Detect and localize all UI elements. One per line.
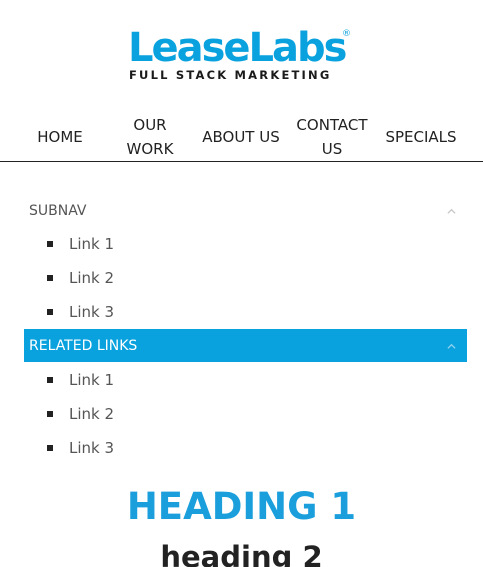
subnav-header[interactable]: SUBNAV [24, 194, 467, 227]
link-label: Link 2 [69, 269, 115, 287]
subnav-link-3[interactable]: Link 3 [47, 302, 114, 322]
related-link-1[interactable]: Link 1 [47, 370, 114, 390]
bullet-icon [47, 377, 53, 383]
link-label: Link 3 [69, 303, 115, 321]
nav-item-about-us[interactable]: ABOUT US [198, 112, 284, 162]
nav-divider [0, 161, 483, 162]
heading-1: HEADING 1 [126, 485, 357, 528]
link-label: Link 1 [69, 371, 115, 389]
nav-item-home[interactable]: HOME [22, 112, 98, 162]
nav-item-contact-us[interactable]: CONTACT US [294, 112, 370, 162]
bullet-icon [47, 241, 53, 247]
bullet-icon [47, 445, 53, 451]
subnav-title: SUBNAV [29, 202, 87, 219]
bullet-icon [47, 411, 53, 417]
chevron-up-icon[interactable] [447, 207, 456, 216]
main-nav: HOME OUR WORK ABOUT US CONTACT US SPECIA… [0, 112, 483, 162]
leaselabs-logo[interactable]: LeaseLabs ® FULL STACK MARKETING [128, 25, 351, 84]
link-label: Link 2 [69, 405, 115, 423]
link-label: Link 1 [69, 235, 115, 253]
registered-mark: ® [342, 29, 351, 39]
link-label: Link 3 [69, 439, 115, 457]
logo-wordmark: LeaseLabs [128, 25, 347, 71]
subnav-link-2[interactable]: Link 2 [47, 268, 114, 288]
bullet-icon [47, 309, 53, 315]
nav-item-specials[interactable]: SPECIALS [382, 112, 460, 162]
related-link-3[interactable]: Link 3 [47, 438, 114, 458]
logo-tagline: FULL STACK MARKETING [129, 68, 332, 82]
heading-2: heading 2 [160, 540, 323, 567]
page: LeaseLabs ® FULL STACK MARKETING HOME OU… [0, 0, 483, 567]
nav-item-our-work[interactable]: OUR WORK [118, 112, 182, 162]
related-links-title: RELATED LINKS [29, 337, 138, 354]
bullet-icon [47, 275, 53, 281]
related-link-2[interactable]: Link 2 [47, 404, 114, 424]
related-links-header[interactable]: RELATED LINKS [24, 329, 467, 362]
chevron-up-icon[interactable] [447, 342, 456, 351]
subnav-link-1[interactable]: Link 1 [47, 234, 114, 254]
